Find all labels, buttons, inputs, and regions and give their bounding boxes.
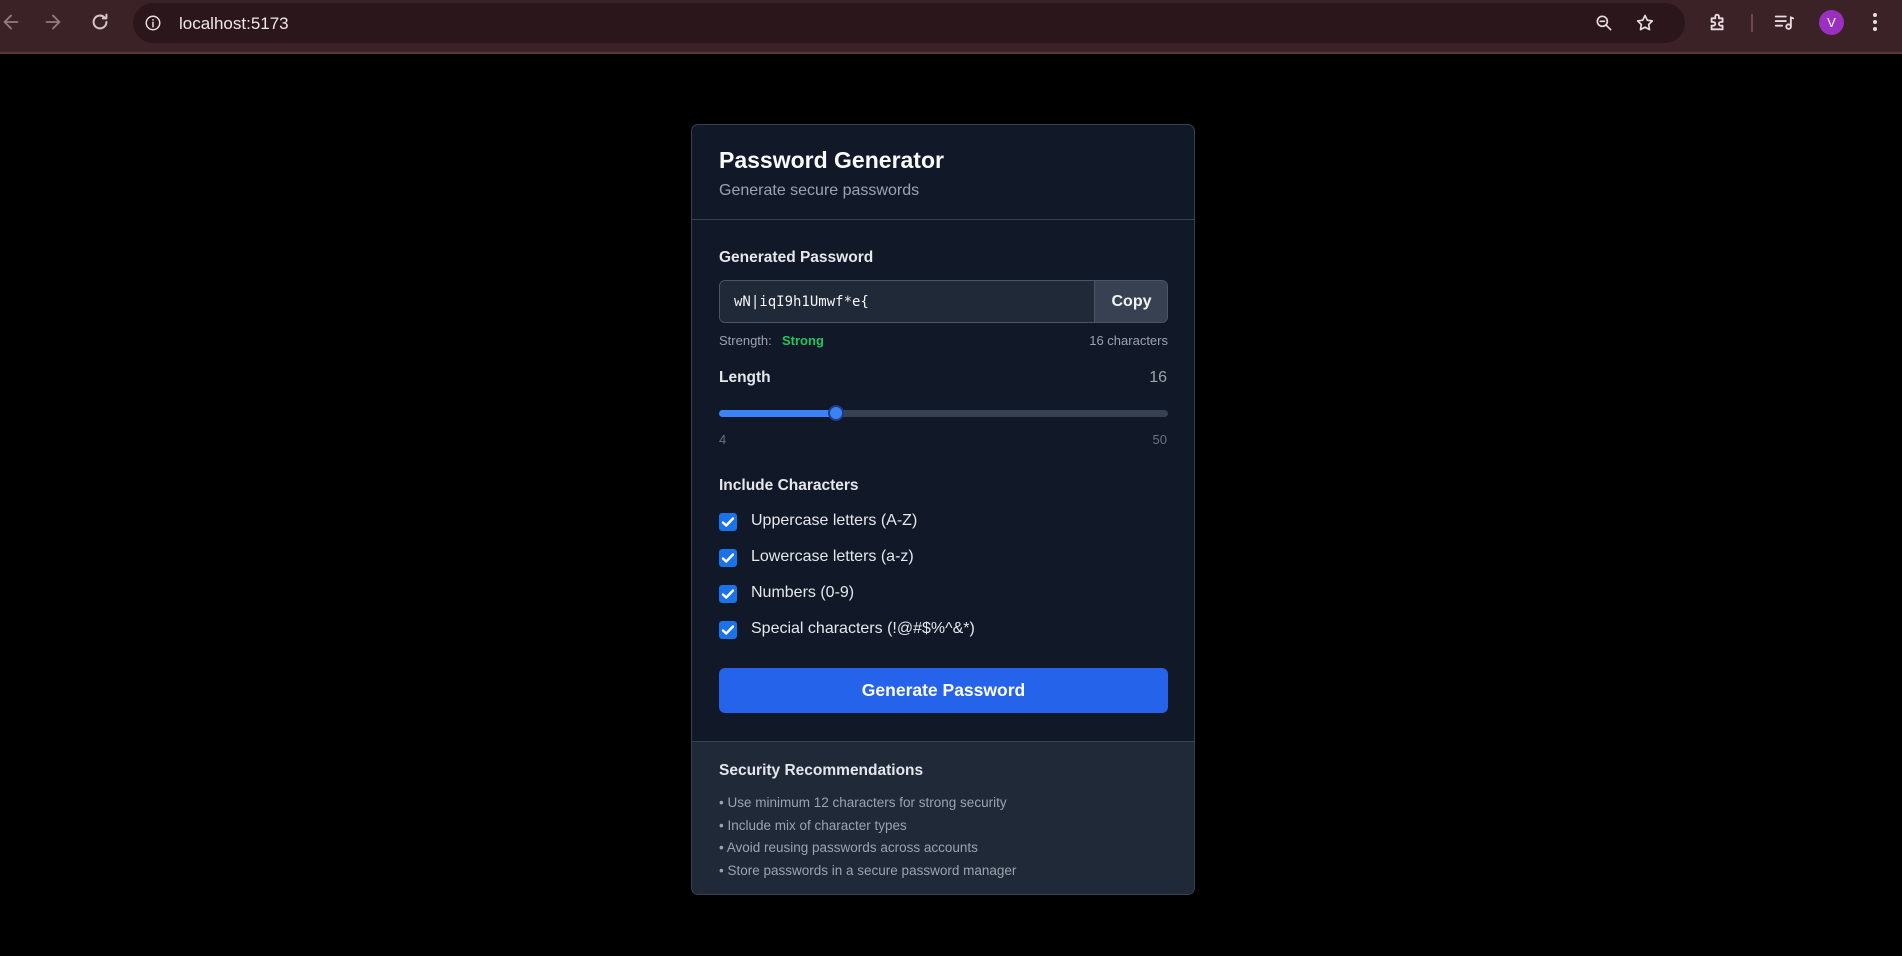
strength-row: Strength: Strong 16 characters (719, 333, 1168, 351)
option-lowercase-label[interactable]: Lowercase letters (a-z) (751, 548, 914, 566)
arrow-left-icon[interactable] (0, 11, 22, 33)
list-item: • Avoid reusing passwords across account… (719, 840, 978, 855)
url-text[interactable]: localhost:5173 (179, 14, 289, 34)
include-characters-label: Include Characters (719, 477, 859, 494)
copy-button[interactable]: Copy (1094, 281, 1167, 322)
length-label: Length (719, 369, 771, 386)
toolbar-divider (1751, 14, 1753, 32)
password-generator-card: Password Generator Generate secure passw… (691, 124, 1195, 895)
media-control-icon[interactable] (1773, 11, 1795, 33)
zoom-icon[interactable] (1594, 13, 1614, 33)
password-field-group: Copy (719, 280, 1168, 323)
slider-max-label: 50 (1152, 432, 1167, 447)
card-header: Password Generator Generate secure passw… (692, 125, 1194, 220)
star-icon[interactable] (1635, 13, 1655, 33)
list-item: • Include mix of character types (719, 817, 907, 833)
arrow-right-icon[interactable] (42, 11, 64, 33)
option-special-label[interactable]: Special characters (!@#$%^&*) (751, 620, 975, 638)
strength-value: Strong (782, 333, 824, 348)
slider-min-label: 4 (719, 432, 727, 447)
character-count: 16 characters (1089, 333, 1168, 348)
info-icon[interactable] (144, 14, 162, 32)
security-recommendations: Security Recommendations • Use minimum 1… (692, 741, 1194, 894)
strength-label: Strength: (719, 333, 772, 348)
list-item: • Store passwords in a secure password m… (719, 862, 1017, 878)
toolbar-border (0, 52, 1902, 54)
list-item: • Use minimum 12 characters for strong s… (719, 795, 1007, 810)
checkbox-numbers[interactable] (719, 585, 737, 603)
password-output[interactable] (720, 281, 1094, 322)
recommendations-title: Security Recommendations (719, 762, 924, 779)
recommendations-list: • Use minimum 12 characters for strong s… (719, 793, 1016, 883)
checkbox-lowercase[interactable] (719, 549, 737, 567)
kebab-menu-icon[interactable] (1867, 11, 1883, 33)
length-slider[interactable] (719, 405, 1168, 421)
slider-thumb[interactable] (828, 405, 845, 421)
slider-fill (719, 410, 837, 417)
checkbox-special[interactable] (719, 621, 737, 639)
checkbox-uppercase[interactable] (719, 513, 737, 531)
profile-avatar[interactable]: V (1819, 10, 1844, 35)
browser-toolbar: localhost:5173 V (0, 0, 1902, 52)
page-subtitle: Generate secure passwords (719, 182, 920, 199)
address-bar[interactable]: localhost:5173 (133, 3, 1685, 43)
option-uppercase-label[interactable]: Uppercase letters (A-Z) (751, 512, 917, 530)
generated-password-label: Generated Password (719, 249, 874, 266)
puzzle-icon[interactable] (1707, 11, 1729, 33)
generate-password-button[interactable]: Generate Password (719, 668, 1168, 713)
page-title: Password Generator (719, 147, 944, 173)
length-value: 16 (1149, 369, 1167, 386)
option-numbers-label[interactable]: Numbers (0-9) (751, 584, 854, 602)
reload-icon[interactable] (89, 11, 111, 33)
